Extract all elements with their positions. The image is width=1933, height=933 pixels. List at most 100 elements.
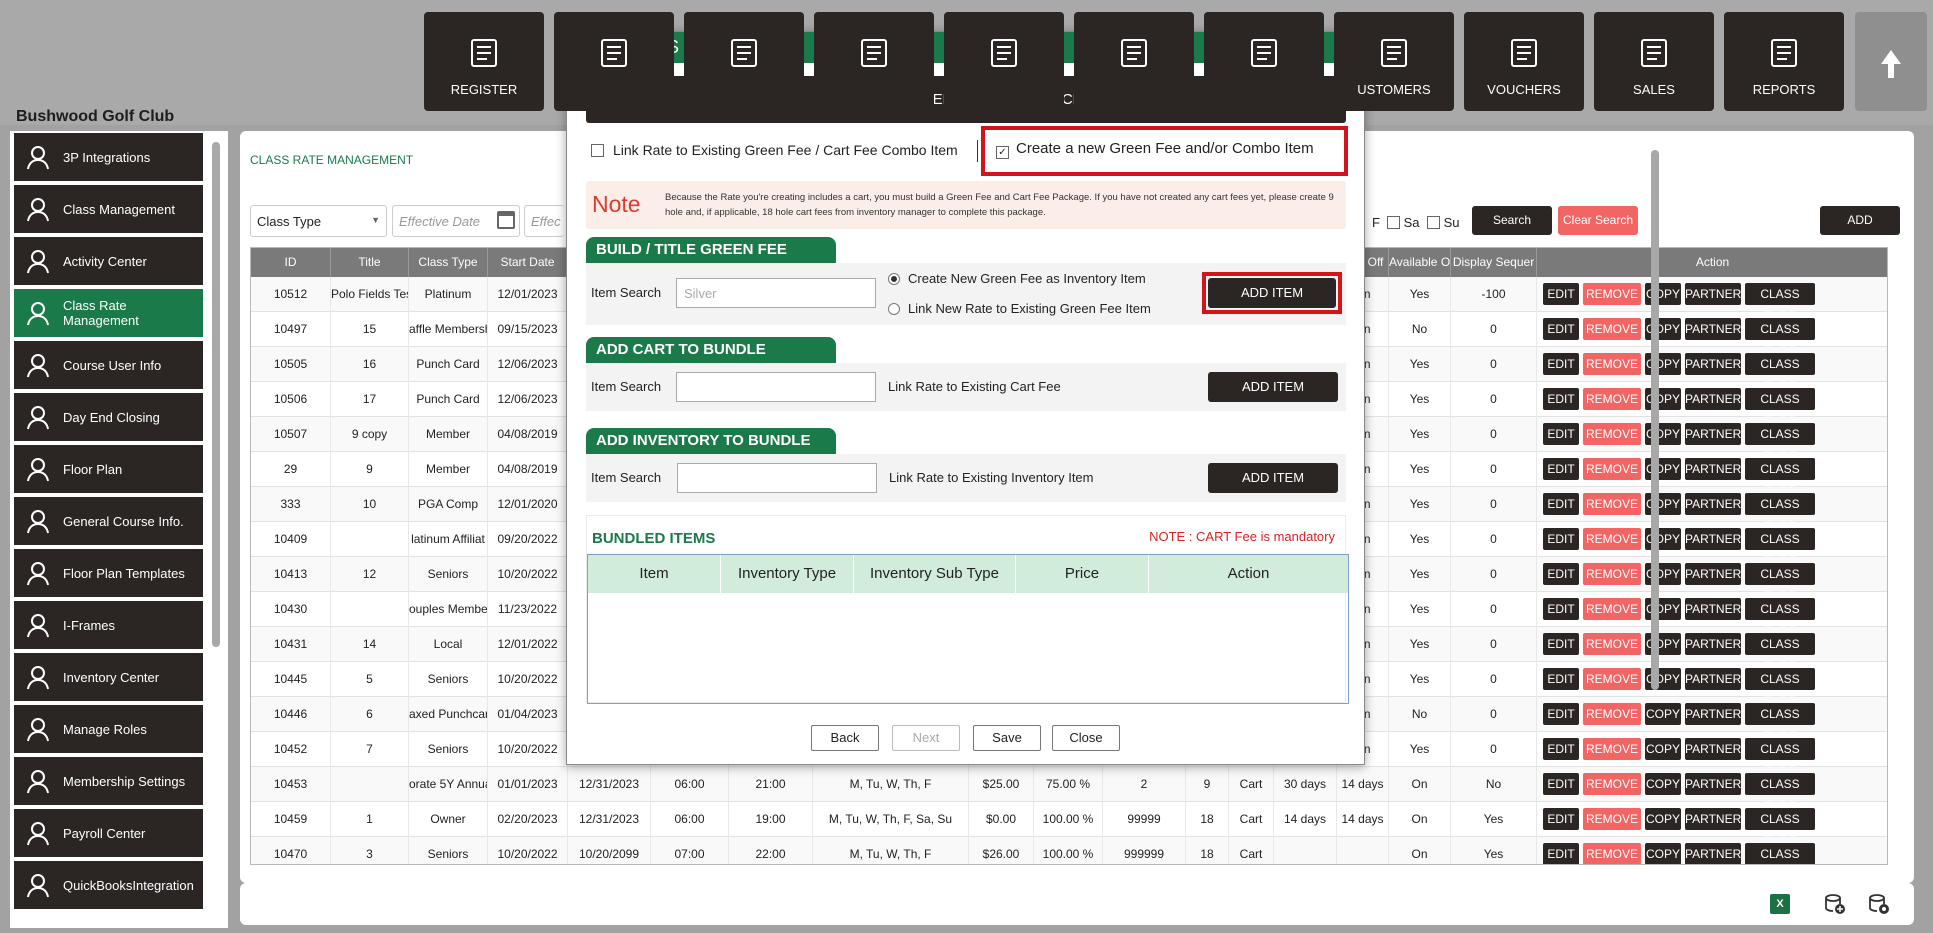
row-edit-button[interactable]: EDIT xyxy=(1543,388,1579,410)
row-partner-button[interactable]: PARTNER xyxy=(1685,843,1741,864)
clear-search-button[interactable]: Clear Search xyxy=(1558,206,1638,235)
nav-button-4[interactable] xyxy=(944,12,1064,111)
table-header-cell[interactable]: Display Sequer xyxy=(1451,248,1537,277)
row-copy-button[interactable]: COPY xyxy=(1645,808,1681,830)
row-class-type-button[interactable]: CLASS TYPE xyxy=(1745,668,1815,708)
row-class-type-button[interactable]: CLASS TYPE xyxy=(1745,318,1815,358)
row-edit-button[interactable]: EDIT xyxy=(1543,458,1579,480)
row-remove-button[interactable]: REMOVE xyxy=(1583,633,1641,655)
day-filter-sa[interactable]: Sa xyxy=(1387,215,1420,230)
row-partner-button[interactable]: PARTNER xyxy=(1685,703,1741,725)
nav-button-vouchers[interactable]: VOUCHERS xyxy=(1464,12,1584,111)
sidebar-item-payroll-center[interactable]: Payroll Center xyxy=(14,809,203,857)
row-remove-button[interactable]: REMOVE xyxy=(1583,598,1641,620)
row-remove-button[interactable]: REMOVE xyxy=(1583,283,1641,305)
table-scrollbar[interactable] xyxy=(1651,150,1659,690)
row-edit-button[interactable]: EDIT xyxy=(1543,283,1579,305)
row-partner-button[interactable]: PARTNER xyxy=(1685,283,1741,305)
radio-link-existing[interactable]: Link New Rate to Existing Green Fee Item xyxy=(888,301,1151,316)
row-class-type-button[interactable]: CLASS TYPE xyxy=(1745,563,1815,603)
nav-button-reports[interactable]: REPORTS xyxy=(1724,12,1844,111)
sidebar-item-class-management[interactable]: Class Management xyxy=(14,185,203,233)
table-header-cell[interactable]: Class Type xyxy=(409,248,488,277)
add-button[interactable]: ADD xyxy=(1820,206,1900,235)
row-class-type-button[interactable]: CLASS TYPE xyxy=(1745,423,1815,463)
sidebar-scrollbar[interactable] xyxy=(212,142,220,647)
sidebar-item-i-frames[interactable]: I-Frames xyxy=(14,601,203,649)
sa-checkbox[interactable] xyxy=(1387,216,1400,229)
sidebar-item-floor-plan-templates[interactable]: Floor Plan Templates xyxy=(14,549,203,597)
row-remove-button[interactable]: REMOVE xyxy=(1583,528,1641,550)
row-remove-button[interactable]: REMOVE xyxy=(1583,458,1641,480)
row-partner-button[interactable]: PARTNER xyxy=(1685,528,1741,550)
search-button[interactable]: Search xyxy=(1472,206,1552,235)
row-edit-button[interactable]: EDIT xyxy=(1543,598,1579,620)
row-edit-button[interactable]: EDIT xyxy=(1543,808,1579,830)
row-partner-button[interactable]: PARTNER xyxy=(1685,318,1741,340)
link-existing-checkbox[interactable] xyxy=(591,144,604,157)
row-remove-button[interactable]: REMOVE xyxy=(1583,423,1641,445)
sidebar-item-quickbooksintegration[interactable]: QuickBooksIntegration xyxy=(14,861,203,909)
row-edit-button[interactable]: EDIT xyxy=(1543,668,1579,690)
row-remove-button[interactable]: REMOVE xyxy=(1583,738,1641,760)
nav-button-register[interactable]: REGISTER xyxy=(424,12,544,111)
row-class-type-button[interactable]: CLASS TYPE xyxy=(1745,703,1815,743)
nav-button-2[interactable] xyxy=(684,12,804,111)
row-partner-button[interactable]: PARTNER xyxy=(1685,668,1741,690)
cart-search-input[interactable] xyxy=(676,372,876,402)
row-class-type-button[interactable]: CLASS TYPE xyxy=(1745,843,1815,864)
row-partner-button[interactable]: PARTNER xyxy=(1685,388,1741,410)
row-copy-button[interactable]: COPY xyxy=(1645,843,1681,864)
close-button[interactable]: Close xyxy=(1052,725,1120,751)
row-class-type-button[interactable]: CLASS TYPE xyxy=(1745,388,1815,428)
save-button[interactable]: Save xyxy=(973,725,1041,751)
row-edit-button[interactable]: EDIT xyxy=(1543,318,1579,340)
row-partner-button[interactable]: PARTNER xyxy=(1685,808,1741,830)
scroll-up-button[interactable] xyxy=(1855,12,1927,111)
row-partner-button[interactable]: PARTNER xyxy=(1685,493,1741,515)
su-checkbox[interactable] xyxy=(1427,216,1440,229)
expiry-date-field[interactable]: Effec xyxy=(524,205,564,237)
table-header-cell[interactable]: Available Onlin xyxy=(1389,248,1451,277)
sidebar-item-general-course-info-[interactable]: General Course Info. xyxy=(14,497,203,545)
inventory-search-input[interactable] xyxy=(677,463,877,493)
class-type-select[interactable]: Class Type ▼ xyxy=(250,205,387,237)
row-class-type-button[interactable]: CLASS TYPE xyxy=(1745,598,1815,638)
nav-button-6[interactable] xyxy=(1204,12,1324,111)
row-copy-button[interactable]: COPY xyxy=(1645,738,1681,760)
database-settings-icon[interactable] xyxy=(1868,893,1890,915)
row-class-type-button[interactable]: CLASS TYPE xyxy=(1745,633,1815,673)
green-fee-search-input[interactable]: Silver xyxy=(676,278,876,308)
row-partner-button[interactable]: PARTNER xyxy=(1685,423,1741,445)
row-class-type-button[interactable]: CLASS TYPE xyxy=(1745,283,1815,323)
create-new-option[interactable]: ✓ Create a new Green Fee and/or Combo Ite… xyxy=(996,140,1314,159)
radio-link-existing-button[interactable] xyxy=(888,303,900,315)
green-fee-add-item-button[interactable]: ADD ITEM xyxy=(1208,278,1336,308)
row-edit-button[interactable]: EDIT xyxy=(1543,703,1579,725)
row-edit-button[interactable]: EDIT xyxy=(1543,353,1579,375)
nav-button-1[interactable] xyxy=(554,12,674,111)
row-partner-button[interactable]: PARTNER xyxy=(1685,633,1741,655)
create-new-checkbox[interactable]: ✓ xyxy=(996,146,1009,159)
row-partner-button[interactable]: PARTNER xyxy=(1685,563,1741,585)
cart-add-item-button[interactable]: ADD ITEM xyxy=(1208,372,1338,402)
row-class-type-button[interactable]: CLASS TYPE xyxy=(1745,493,1815,533)
row-edit-button[interactable]: EDIT xyxy=(1543,738,1579,760)
row-edit-button[interactable]: EDIT xyxy=(1543,843,1579,864)
radio-create-new[interactable]: Create New Green Fee as Inventory Item xyxy=(888,271,1146,286)
nav-button-ustomers[interactable]: USTOMERS xyxy=(1334,12,1454,111)
sidebar-item-inventory-center[interactable]: Inventory Center xyxy=(14,653,203,701)
row-remove-button[interactable]: REMOVE xyxy=(1583,773,1641,795)
nav-button-sales[interactable]: SALES xyxy=(1594,12,1714,111)
row-class-type-button[interactable]: CLASS TYPE xyxy=(1745,458,1815,498)
row-remove-button[interactable]: REMOVE xyxy=(1583,318,1641,340)
row-edit-button[interactable]: EDIT xyxy=(1543,563,1579,585)
row-remove-button[interactable]: REMOVE xyxy=(1583,388,1641,410)
sidebar-item-manage-roles[interactable]: Manage Roles xyxy=(14,705,203,753)
table-header-cell[interactable]: Start Date xyxy=(488,248,568,277)
sidebar-item-day-end-closing[interactable]: Day End Closing xyxy=(14,393,203,441)
excel-export-icon[interactable]: X xyxy=(1770,894,1790,914)
row-class-type-button[interactable]: CLASS TYPE xyxy=(1745,528,1815,568)
row-edit-button[interactable]: EDIT xyxy=(1543,633,1579,655)
row-copy-button[interactable]: COPY xyxy=(1645,703,1681,725)
